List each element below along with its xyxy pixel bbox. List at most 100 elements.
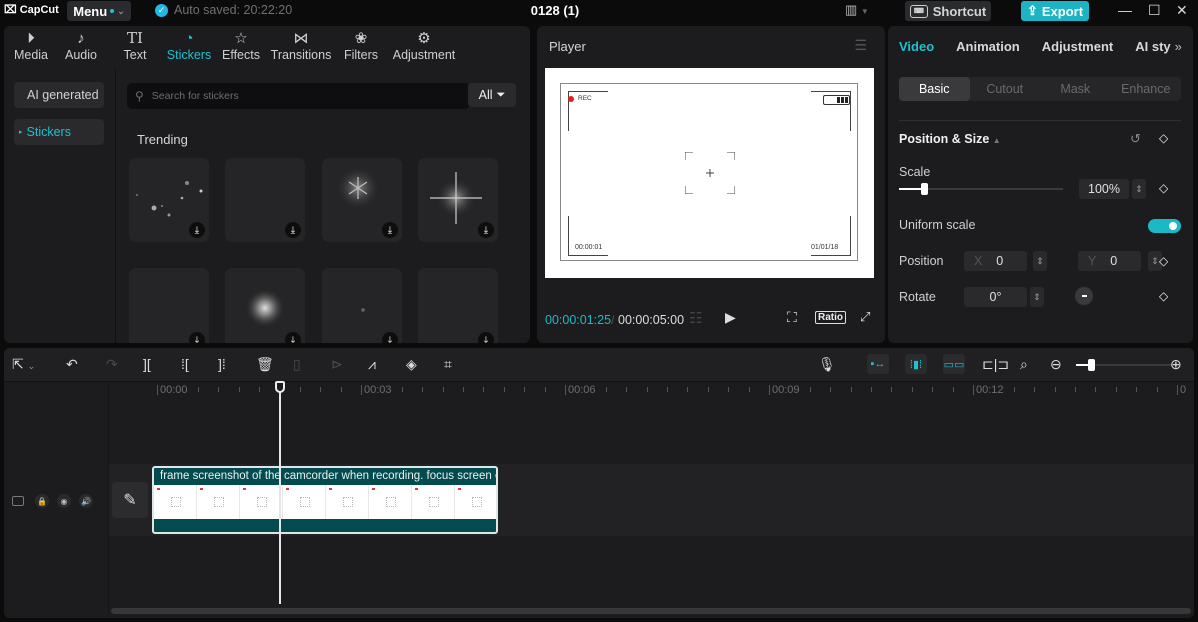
- timeline-preview-icon[interactable]: ⌕: [1020, 356, 1028, 372]
- shortcut-button[interactable]: ⌨ Shortcut: [905, 1, 991, 21]
- undo-icon[interactable]: ↶: [66, 356, 78, 372]
- mirror-icon[interactable]: ⩘: [368, 356, 376, 372]
- microphone-icon[interactable]: 🎙: [818, 356, 836, 372]
- maximize-button[interactable]: ☐: [1148, 2, 1161, 19]
- sticker-item[interactable]: ⤓: [418, 268, 498, 343]
- category-stickers[interactable]: ▸ Stickers: [14, 119, 104, 145]
- uniform-scale-toggle[interactable]: [1148, 219, 1181, 233]
- freeze-icon[interactable]: ▯: [293, 356, 301, 372]
- reset-icon[interactable]: ↺: [1130, 131, 1141, 147]
- sticker-item[interactable]: ⤓: [322, 268, 402, 343]
- position-keyframe-icon[interactable]: ◇: [1159, 254, 1168, 268]
- minimize-button[interactable]: —: [1118, 2, 1132, 18]
- subtab-mask[interactable]: Mask: [1040, 77, 1111, 101]
- subtab-enhance[interactable]: Enhance: [1111, 77, 1182, 101]
- rotate-input[interactable]: 0°: [964, 287, 1027, 307]
- timeline-scrollbar[interactable]: [111, 608, 1191, 614]
- tab-adjustment[interactable]: ⚙ Adjustment: [386, 26, 462, 68]
- close-button[interactable]: ✕: [1176, 2, 1188, 19]
- scale-keyframe-icon[interactable]: ◇: [1159, 181, 1168, 195]
- crop-icon[interactable]: ⌗: [444, 356, 452, 372]
- main-track-magnet-icon[interactable]: ▪↔: [867, 354, 889, 374]
- download-icon[interactable]: ⤓: [478, 332, 494, 343]
- position-y-input[interactable]: Y0: [1078, 251, 1141, 271]
- fullscreen-icon[interactable]: ⤢: [860, 309, 870, 325]
- download-icon[interactable]: ⤓: [285, 222, 301, 238]
- rotate-dial[interactable]: [1075, 287, 1093, 305]
- layout-icon[interactable]: ▥ ▼: [845, 2, 869, 18]
- more-tabs-icon[interactable]: »: [1175, 39, 1182, 54]
- rotate-keyframe-icon[interactable]: ◇: [1159, 289, 1168, 303]
- reverse-icon[interactable]: ⊳: [331, 356, 343, 372]
- tab-effects[interactable]: ☆ Effects: [216, 26, 266, 68]
- sticker-item[interactable]: ⤓: [322, 158, 402, 242]
- filter-all-button[interactable]: All ⏷: [468, 83, 516, 107]
- sticker-item[interactable]: ⤓: [418, 158, 498, 242]
- zoom-in-icon[interactable]: ⊕: [1170, 356, 1182, 372]
- ratio-button[interactable]: Ratio: [815, 311, 846, 324]
- sticker-item[interactable]: ⤓: [225, 268, 305, 343]
- download-icon[interactable]: ⤓: [478, 222, 494, 238]
- zoom-slider-handle[interactable]: [1088, 359, 1095, 371]
- tab-adjustment[interactable]: Adjustment: [1031, 39, 1125, 54]
- export-button[interactable]: ⇪ Export: [1021, 1, 1089, 21]
- playhead[interactable]: [279, 382, 281, 604]
- track-cover-icon[interactable]: [12, 496, 24, 506]
- timeline-ruler[interactable]: 00:00 00:03 00:06 00:09 00:12 0: [109, 382, 1194, 402]
- sticker-search-input[interactable]: ⚲ Search for stickers: [127, 83, 470, 109]
- scale-slider[interactable]: [899, 183, 1063, 195]
- position-x-stepper[interactable]: ⇕: [1033, 251, 1047, 271]
- mute-track-icon[interactable]: 🔊: [79, 494, 93, 508]
- tab-filters[interactable]: ❀ Filters: [336, 26, 386, 68]
- split-preview-icon[interactable]: ⊏|⊐: [982, 356, 1009, 372]
- playhead-handle[interactable]: [275, 381, 285, 393]
- hide-track-icon[interactable]: ◉: [57, 494, 71, 508]
- download-icon[interactable]: ⤓: [382, 332, 398, 343]
- zoom-fit-icon[interactable]: ⛶: [787, 309, 797, 326]
- sticker-item[interactable]: ⤓: [129, 158, 209, 242]
- subtab-basic[interactable]: Basic: [899, 77, 970, 101]
- lock-track-icon[interactable]: 🔒: [35, 494, 49, 508]
- scale-value-input[interactable]: 100%: [1079, 179, 1129, 199]
- zoom-out-icon[interactable]: ⊖: [1050, 356, 1062, 372]
- sticker-item[interactable]: ⤓: [225, 158, 305, 242]
- split-icon[interactable]: ][: [143, 356, 151, 372]
- download-icon[interactable]: ⤓: [189, 332, 205, 343]
- timeline-zoom-slider[interactable]: [1076, 359, 1172, 371]
- tab-ai-style[interactable]: AI sty: [1124, 39, 1174, 54]
- tab-text[interactable]: TI Text: [108, 26, 162, 68]
- position-label: Position: [899, 254, 944, 268]
- tab-stickers[interactable]: ◔ Stickers: [162, 26, 216, 68]
- trim-left-icon[interactable]: ⁞[: [181, 356, 189, 372]
- rotate-stepper[interactable]: ⇕: [1030, 287, 1044, 307]
- download-icon[interactable]: ⤓: [189, 222, 205, 238]
- download-icon[interactable]: ⤓: [285, 332, 301, 343]
- download-icon[interactable]: ⤓: [382, 222, 398, 238]
- tab-media[interactable]: ⏵ Media: [8, 26, 54, 68]
- tab-video[interactable]: Video: [888, 39, 945, 54]
- linkage-icon[interactable]: ▭▭: [943, 354, 965, 374]
- video-preview[interactable]: REC 00:00:01 01/01/18: [545, 68, 874, 278]
- rotate-icon[interactable]: ◈: [406, 356, 417, 372]
- trim-right-icon[interactable]: ]⁞: [218, 356, 226, 372]
- edit-cover-button[interactable]: ✎: [112, 482, 148, 518]
- subtab-cutout[interactable]: Cutout: [970, 77, 1041, 101]
- keyframe-icon[interactable]: ◇: [1159, 131, 1168, 145]
- category-ai-generated[interactable]: AI generated: [14, 82, 104, 108]
- sticker-item[interactable]: ⤓: [129, 268, 209, 343]
- timeline-grid-icon[interactable]: ☷: [689, 309, 702, 327]
- position-size-section[interactable]: Position & Size ▲: [899, 132, 1001, 146]
- scale-stepper[interactable]: ⇕: [1132, 179, 1146, 199]
- video-clip[interactable]: frame screenshot of the camcorder when r…: [152, 466, 498, 534]
- hamburger-menu-icon[interactable]: ☰: [854, 37, 867, 54]
- tab-transitions[interactable]: ⋈ Transitions: [266, 26, 336, 68]
- delete-icon[interactable]: 🗑: [256, 356, 274, 372]
- position-x-input[interactable]: X0: [964, 251, 1027, 271]
- scale-slider-handle[interactable]: [920, 183, 928, 195]
- tab-animation[interactable]: Animation: [945, 39, 1031, 54]
- auto-snapping-icon[interactable]: ⁞▮⁞: [905, 354, 927, 374]
- redo-icon[interactable]: ↷: [106, 356, 118, 372]
- play-button[interactable]: ▶: [725, 309, 736, 326]
- select-tool-icon[interactable]: ⇱ ⌄: [12, 356, 35, 374]
- tab-audio[interactable]: ♪ Audio: [54, 26, 108, 68]
